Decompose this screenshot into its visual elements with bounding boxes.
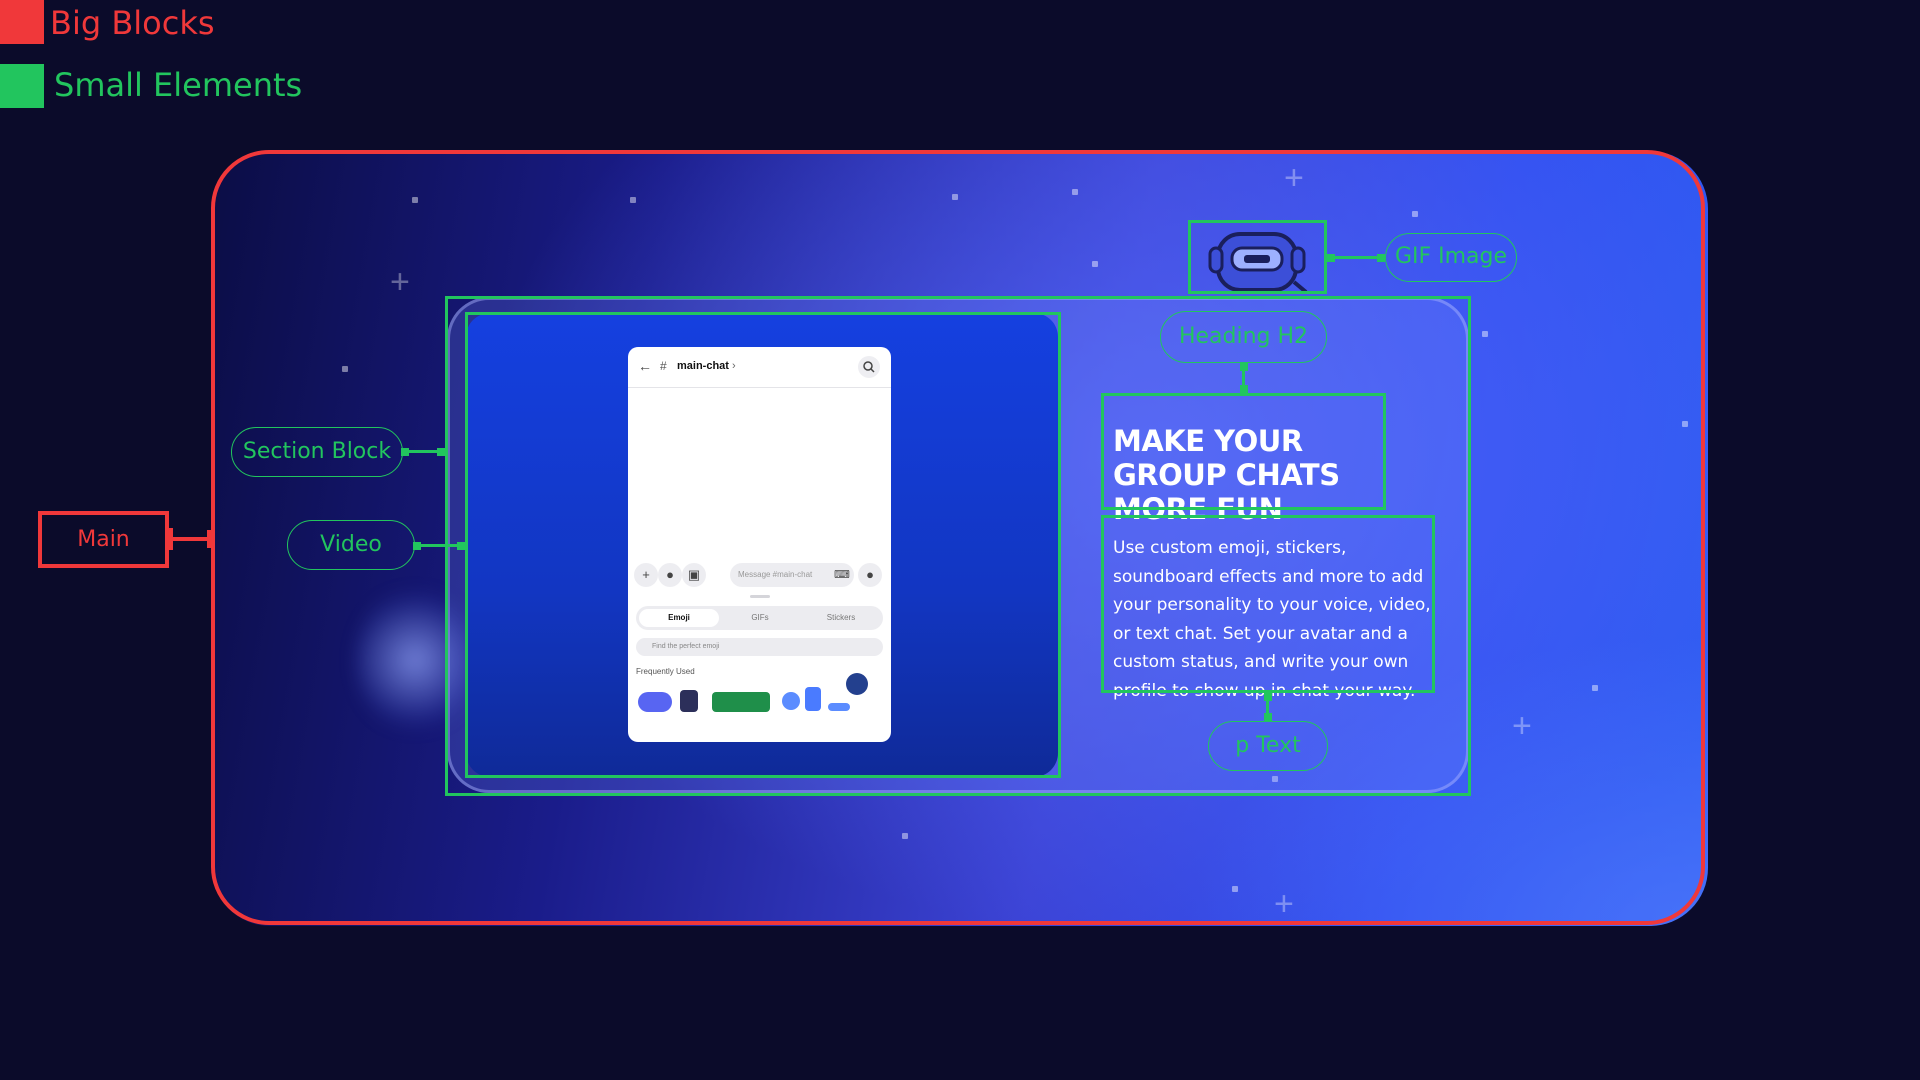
outline-paragraph <box>1101 515 1435 693</box>
legend-label-big-blocks: Big Blocks <box>50 4 215 42</box>
annotation-connector-dot <box>1327 254 1335 262</box>
outline-video <box>465 312 1061 778</box>
annotation-section-block: Section Block <box>231 427 403 477</box>
annotation-p-text: p Text <box>1208 721 1328 771</box>
annotation-connector-dot <box>413 542 421 550</box>
annotation-connector-dot <box>457 542 465 550</box>
annotation-main-connector-tick <box>169 528 173 550</box>
annotation-gif-image: GIF Image <box>1385 233 1517 282</box>
annotation-connector-dot <box>437 448 445 456</box>
annotation-connector-dot <box>1240 385 1248 393</box>
outline-heading <box>1101 393 1386 510</box>
annotation-main: Main <box>38 511 169 568</box>
legend-swatch-small-elements <box>0 64 44 108</box>
annotation-main-connector-tick <box>207 530 213 548</box>
legend-swatch-big-blocks <box>0 0 44 44</box>
annotation-main-connector <box>169 537 211 541</box>
annotation-connector-dot <box>1377 254 1385 262</box>
annotation-connector-dot <box>1240 363 1248 371</box>
annotation-heading-h2: Heading H2 <box>1160 311 1327 363</box>
annotation-connector-dot <box>401 448 409 456</box>
outline-gif-image <box>1188 220 1327 294</box>
annotation-connector-dot <box>1264 713 1272 721</box>
legend-label-small-elements: Small Elements <box>54 66 303 104</box>
annotation-connector-dot <box>1264 693 1272 701</box>
annotation-video: Video <box>287 520 415 570</box>
